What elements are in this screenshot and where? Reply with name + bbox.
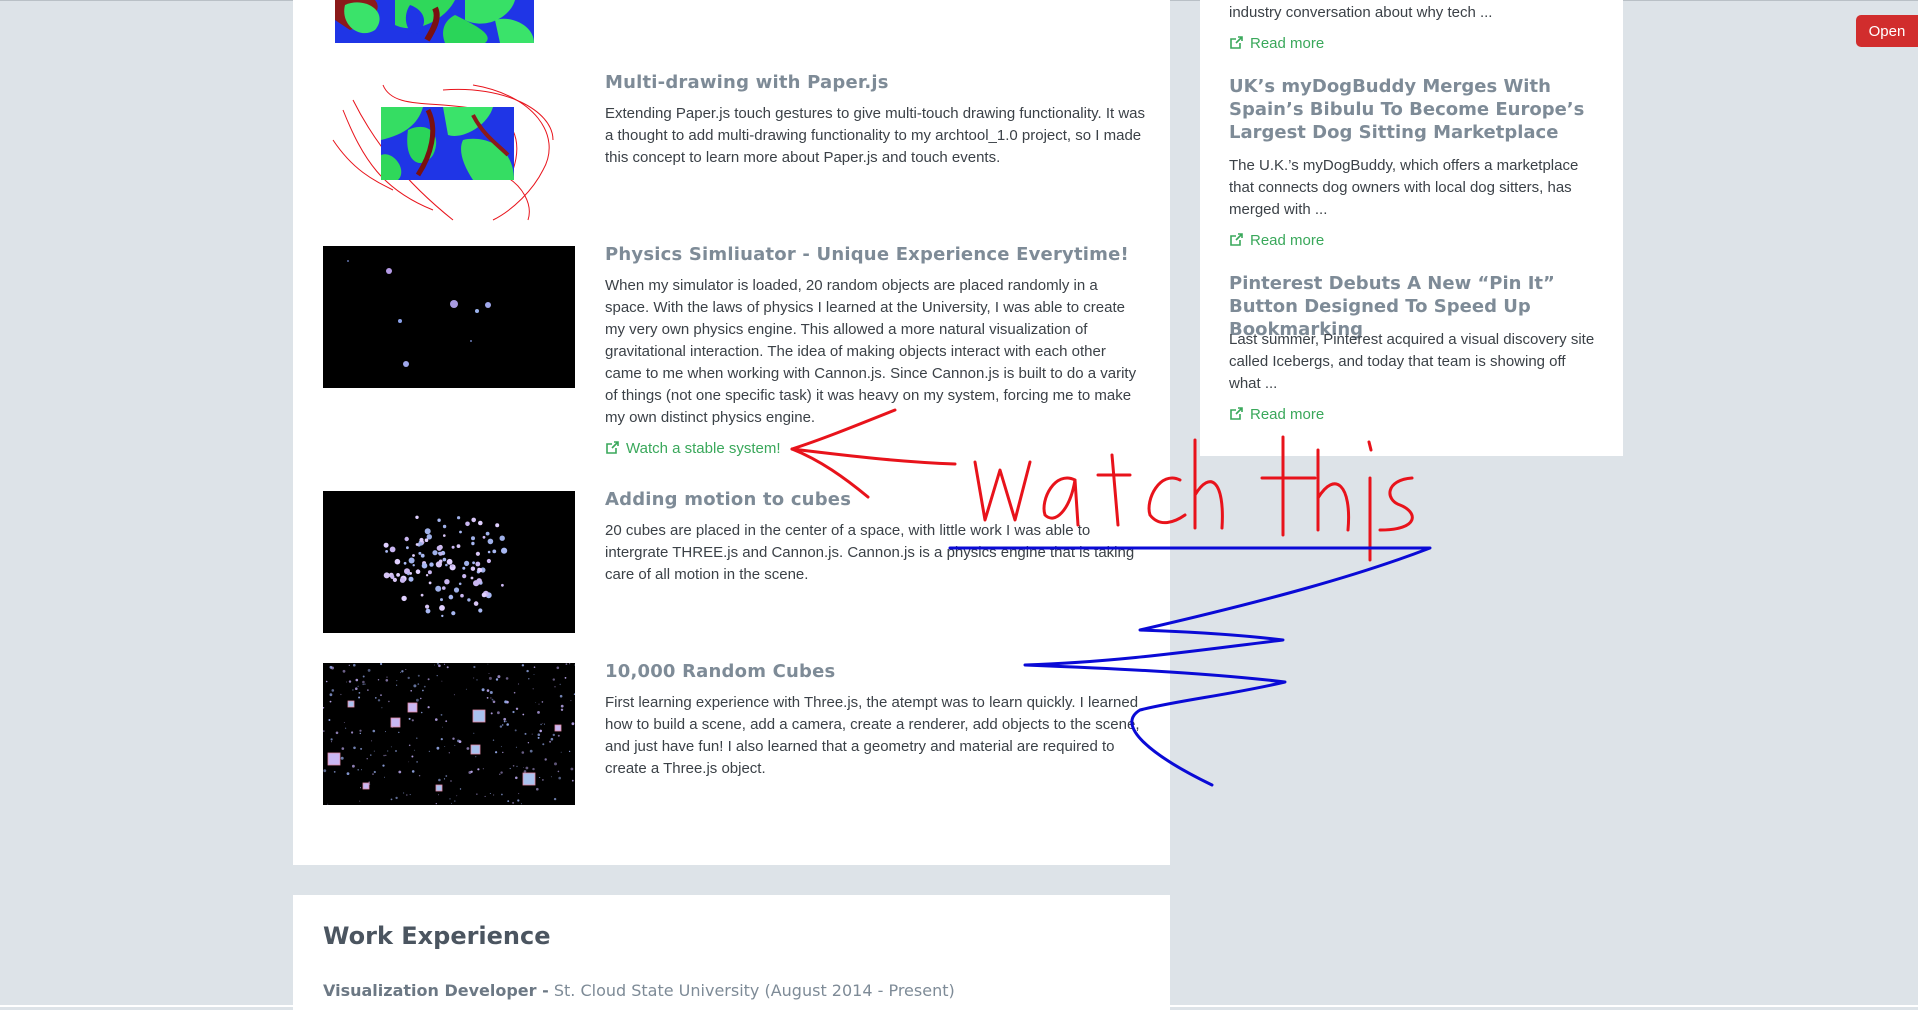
- project-thumbnail-partial[interactable]: [335, 0, 534, 43]
- read-more-label: Read more: [1250, 232, 1325, 249]
- job-place: St. Cloud State University (August 2014 …: [548, 981, 955, 1000]
- project-title[interactable]: 10,000 Random Cubes: [605, 661, 835, 682]
- project-title[interactable]: Physics Simliuator - Unique Experience E…: [605, 244, 1129, 265]
- project-description: When my simulator is loaded, 20 random o…: [605, 277, 1137, 426]
- news-description-partial: industry conversation about why tech ...: [1229, 4, 1493, 21]
- paper-multidraw-image: [332, 84, 554, 221]
- read-more-label: Read more: [1250, 35, 1325, 52]
- project-thumbnail[interactable]: [323, 80, 575, 222]
- job-entry: Visualization Developer - St. Cloud Stat…: [323, 981, 955, 1000]
- project-description: 20 cubes are placed in the center of a s…: [605, 522, 1135, 583]
- project-description: Extending Paper.js touch gestures to giv…: [605, 105, 1146, 166]
- external-link-icon: [1230, 407, 1243, 420]
- project-title[interactable]: Multi-drawing with Paper.js: [605, 72, 889, 93]
- watch-stable-system-link[interactable]: Watch a stable system!: [605, 440, 781, 457]
- news-description: Last summer, Pinterest acquired a visual…: [1229, 331, 1595, 392]
- random-cubes-image: [323, 663, 575, 805]
- open-button[interactable]: Open: [1856, 15, 1918, 47]
- project-description: First learning experience with Three.js,…: [605, 694, 1140, 777]
- read-more-link[interactable]: Read more: [1229, 232, 1324, 249]
- read-more-link[interactable]: Read more: [1229, 406, 1324, 423]
- read-more-link[interactable]: Read more: [1229, 35, 1324, 52]
- project-thumbnail[interactable]: [323, 491, 575, 633]
- external-link-icon: [1230, 36, 1243, 49]
- external-link-icon: [606, 441, 619, 454]
- paper-pattern-image: [335, 0, 534, 43]
- news-title[interactable]: UK’s myDogBuddy Merges With Spain’s Bibu…: [1229, 75, 1609, 144]
- watch-stable-system-label: Watch a stable system!: [626, 440, 781, 457]
- news-description: The U.K.’s myDogBuddy, which offers a ma…: [1229, 157, 1579, 218]
- physics-simulator-image: [347, 260, 491, 367]
- read-more-label: Read more: [1250, 406, 1325, 423]
- project-title[interactable]: Adding motion to cubes: [605, 489, 851, 510]
- external-link-icon: [1230, 233, 1243, 246]
- work-experience-heading: Work Experience: [323, 922, 551, 950]
- job-title: Visualization Developer -: [323, 981, 549, 1000]
- project-thumbnail[interactable]: [323, 663, 575, 805]
- cubes-cluster-image: [383, 515, 508, 618]
- project-thumbnail[interactable]: [323, 246, 575, 388]
